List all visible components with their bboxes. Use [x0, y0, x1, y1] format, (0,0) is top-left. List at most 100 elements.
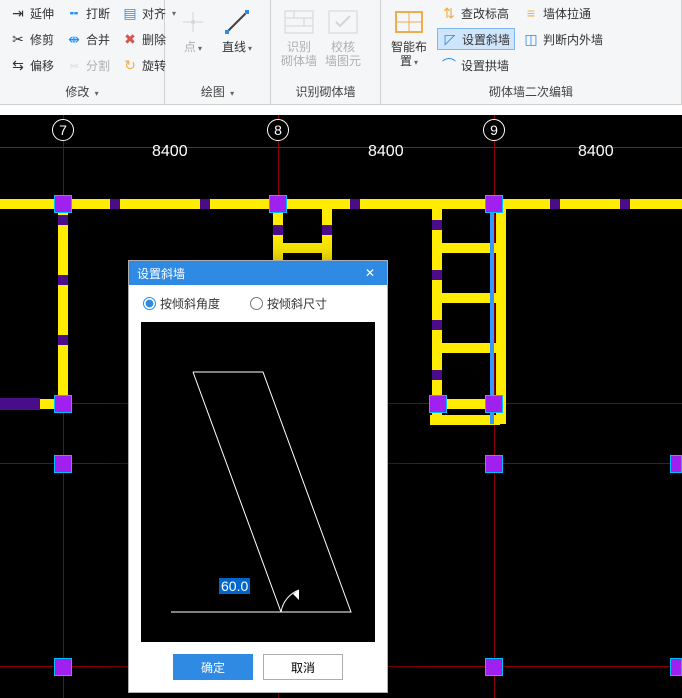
recognize-wall-icon	[283, 6, 315, 38]
offset-button[interactable]: ⇆偏移	[6, 54, 58, 76]
rotate-icon: ↻	[122, 57, 138, 73]
point-label: 点	[184, 40, 196, 54]
dialog-buttons: 确定 取消	[129, 642, 387, 692]
offset-label: 偏移	[30, 57, 54, 74]
split-button: ⑅分割	[62, 54, 114, 76]
set-arch-label: 设置拱墙	[461, 57, 509, 74]
ribbon: ⇥延伸 ✂修剪 ⇆偏移 ╍打断 ⇼合并 ⑅分割 ▤对齐▾ ✖删除 ↻旋转 修改 …	[0, 0, 682, 105]
group-secondary-label: 砌体墙二次编辑	[387, 81, 675, 104]
smart-layout-button[interactable]: 智能布置▾	[387, 2, 431, 70]
group-draw-label: 绘图	[201, 85, 225, 99]
wall	[278, 243, 328, 253]
merge-label: 合并	[86, 31, 110, 48]
wall-segment	[432, 270, 442, 280]
recognize-wall-button: 识别 砌体墙	[277, 2, 321, 68]
trim-button[interactable]: ✂修剪	[6, 28, 58, 50]
wall-segment	[550, 199, 560, 209]
axis-tag: 7	[52, 119, 74, 141]
extend-button[interactable]: ⇥延伸	[6, 2, 58, 24]
dialog-title: 设置斜墙	[137, 265, 185, 282]
cancel-button[interactable]: 取消	[263, 654, 343, 680]
ok-button[interactable]: 确定	[173, 654, 253, 680]
wall	[0, 199, 682, 209]
extend-icon: ⇥	[10, 5, 26, 21]
wall	[496, 199, 506, 424]
group-recognize: 识别 砌体墙 校核 墙图元 识别砌体墙	[271, 0, 381, 104]
wall-through-button[interactable]: ≡墙体拉通	[519, 2, 607, 24]
wall-segment	[273, 225, 283, 235]
check-inout-button[interactable]: ◫判断内外墙	[519, 28, 607, 50]
set-slant-button[interactable]: ◸设置斜墙	[437, 28, 515, 50]
rotate-label: 旋转	[142, 57, 166, 74]
angle-value[interactable]: 60.0	[219, 578, 250, 594]
wall-segment	[58, 215, 68, 225]
point-icon	[177, 6, 209, 38]
trim-icon: ✂	[10, 31, 26, 47]
set-slant-dialog: 设置斜墙 ✕ 按倾斜角度 按倾斜尺寸 60.0 确定 取消	[128, 260, 388, 693]
chevron-down-icon: ▾	[414, 58, 418, 67]
wall-segment	[58, 275, 68, 285]
smart-layout-label: 智能布置	[391, 40, 427, 68]
wall-segment	[350, 199, 360, 209]
close-icon[interactable]: ✕	[361, 264, 379, 282]
group-modify: ⇥延伸 ✂修剪 ⇆偏移 ╍打断 ⇼合并 ⑅分割 ▤对齐▾ ✖删除 ↻旋转 修改 …	[0, 0, 165, 104]
merge-button[interactable]: ⇼合并	[62, 28, 114, 50]
node	[485, 658, 503, 676]
wall	[432, 199, 442, 424]
line-icon	[221, 6, 253, 38]
break-icon: ╍	[66, 5, 82, 21]
break-label: 打断	[86, 5, 110, 22]
line-label: 直线	[222, 40, 246, 54]
radio-by-angle-label: 按倾斜角度	[160, 295, 220, 312]
wall-through-icon: ≡	[523, 5, 539, 21]
axis-tag: 8	[267, 119, 289, 141]
node	[485, 455, 503, 473]
set-arch-button[interactable]: ⌒设置拱墙	[437, 54, 515, 76]
node	[269, 195, 287, 213]
chevron-down-icon: ▾	[248, 44, 252, 53]
node	[670, 658, 682, 676]
wall-segment	[110, 199, 120, 209]
break-button[interactable]: ╍打断	[62, 2, 114, 24]
smart-layout-icon	[393, 6, 425, 38]
dialog-preview: 60.0	[141, 322, 375, 642]
node	[54, 455, 72, 473]
node	[429, 395, 447, 413]
wall	[58, 199, 68, 407]
line-button[interactable]: 直线▾	[215, 2, 259, 56]
wall-segment	[432, 220, 442, 230]
radio-by-angle[interactable]: 按倾斜角度	[143, 295, 220, 312]
dialog-titlebar: 设置斜墙 ✕	[129, 261, 387, 285]
radio-by-angle-input[interactable]	[143, 297, 156, 310]
check-elev-button[interactable]: ⇅查改标高	[437, 2, 515, 24]
split-label: 分割	[86, 57, 110, 74]
wall-segment	[322, 225, 332, 235]
wall-segment	[432, 320, 442, 330]
delete-icon: ✖	[122, 31, 138, 47]
node	[485, 395, 503, 413]
group-modify-label: 修改	[65, 85, 89, 99]
wall-through-label: 墙体拉通	[543, 5, 591, 22]
set-slant-label: 设置斜墙	[462, 31, 510, 48]
offset-icon: ⇆	[10, 57, 26, 73]
node	[670, 455, 682, 473]
split-icon: ⑅	[66, 57, 82, 73]
merge-icon: ⇼	[66, 31, 82, 47]
radio-by-size-input[interactable]	[250, 297, 263, 310]
group-secondary: 智能布置▾ ⇅查改标高 ◸设置斜墙 ⌒设置拱墙 ≡墙体拉通 ◫判断内外墙 砌体墙…	[381, 0, 682, 104]
set-arch-icon: ⌒	[441, 57, 457, 73]
axis-dim: 8400	[578, 143, 614, 161]
align-label: 对齐	[142, 5, 166, 22]
check-elem-label: 校核 墙图元	[325, 40, 361, 68]
node	[54, 195, 72, 213]
set-slant-icon: ◸	[442, 31, 458, 47]
wall-segment	[58, 335, 68, 345]
trim-label: 修剪	[30, 31, 54, 48]
dialog-radio-row: 按倾斜角度 按倾斜尺寸	[129, 285, 387, 322]
delete-label: 删除	[142, 31, 166, 48]
check-elem-button: 校核 墙图元	[321, 2, 365, 68]
radio-by-size[interactable]: 按倾斜尺寸	[250, 295, 327, 312]
node	[54, 658, 72, 676]
point-button: 点▾	[171, 2, 215, 56]
wall-segment	[200, 199, 210, 209]
